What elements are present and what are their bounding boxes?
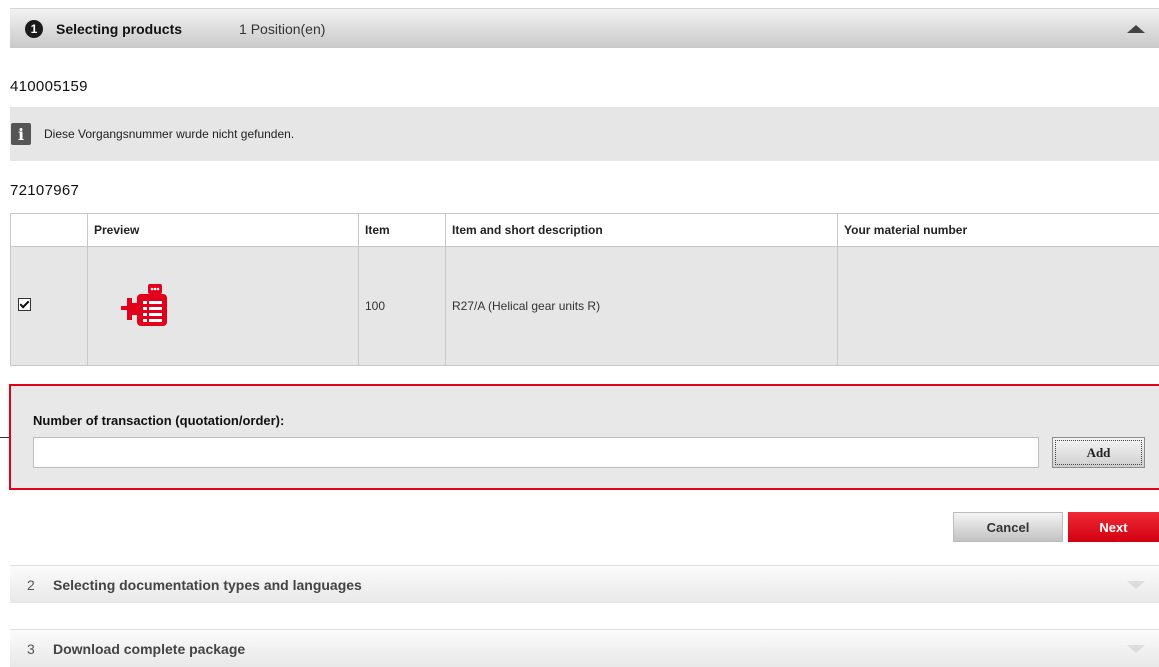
table-header-row: Preview Item Item and short description … [11,214,1159,247]
column-header-select [11,214,88,247]
column-header-preview: Preview [88,214,359,247]
step-2-title: Selecting documentation types and langua… [53,577,362,593]
info-message-text: Diese Vorgangsnummer wurde nicht gefunde… [44,127,294,141]
gear-motor-icon [118,281,178,331]
transaction-number-2: 72107967 [10,182,79,199]
row-select-cell[interactable] [11,247,88,366]
column-header-material-number: Your material number [838,214,1159,247]
row-checkbox[interactable] [18,298,31,311]
next-button[interactable]: Next [1068,512,1159,542]
expand-arrow-icon[interactable] [1127,581,1145,589]
info-icon: i [11,123,31,145]
transaction-number-input[interactable] [33,437,1039,468]
step-1-title: Selecting products [56,21,182,37]
transaction-input-panel: Number of transaction (quotation/order):… [9,384,1159,490]
step-3-number: 3 [27,641,41,657]
transaction-input-label: Number of transaction (quotation/order): [33,413,284,428]
collapse-arrow-icon[interactable] [1127,25,1145,33]
table-row: 100 R27/A (Helical gear units R) [11,247,1159,366]
info-message-box: i Diese Vorgangsnummer wurde nicht gefun… [10,107,1159,161]
transaction-number-1: 410005159 [10,78,88,95]
row-preview-cell [88,247,359,366]
step-3-title: Download complete package [53,641,245,657]
step-1-header[interactable]: 1 Selecting products 1 Position(en) [10,8,1159,48]
expand-arrow-icon[interactable] [1127,645,1145,653]
row-description-cell: R27/A (Helical gear units R) [446,247,838,366]
step-2-number: 2 [27,577,41,593]
step-2-header[interactable]: 2 Selecting documentation types and lang… [10,565,1159,603]
add-button[interactable]: Add [1052,437,1145,468]
cancel-button[interactable]: Cancel [953,512,1063,542]
product-table: Preview Item Item and short description … [10,213,1159,366]
step-1-number: 1 [25,20,43,38]
column-header-item: Item [359,214,446,247]
column-header-description: Item and short description [446,214,838,247]
row-material-number-cell [838,247,1159,366]
step-3-header[interactable]: 3 Download complete package [10,629,1159,667]
side-tick-line [0,437,9,438]
row-item-cell: 100 [359,247,446,366]
step-1-positions: 1 Position(en) [239,21,325,37]
